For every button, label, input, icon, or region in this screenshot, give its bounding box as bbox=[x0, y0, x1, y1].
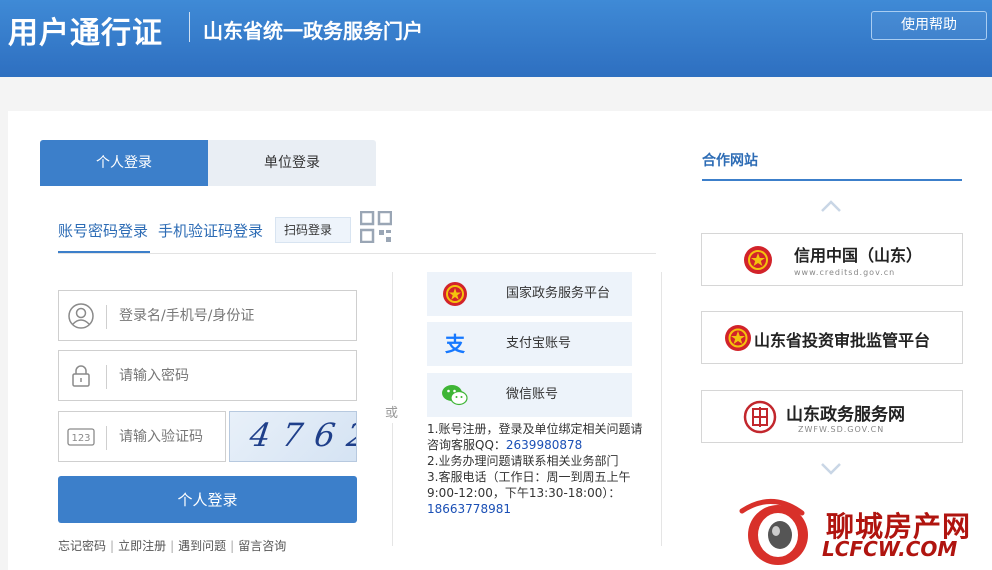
personal-login-button[interactable]: 个人登录 bbox=[58, 476, 357, 523]
note-phone: 3.客服电话（工作日：周一到周五上午9:00-12:00，下午13:30-18:… bbox=[427, 470, 631, 500]
field-divider bbox=[106, 365, 107, 389]
chevron-up-icon[interactable] bbox=[820, 199, 842, 213]
captcha-field-box: 123 bbox=[58, 411, 226, 462]
watermark-domain: LCFCW.COM bbox=[822, 537, 958, 561]
tab-organization-login[interactable]: 单位登录 bbox=[208, 140, 376, 186]
wechat-icon bbox=[442, 385, 468, 406]
qr-code-icon[interactable] bbox=[360, 211, 392, 243]
partner-url: www.creditsd.gov.cn bbox=[794, 268, 896, 277]
wechat-label: 微信账号 bbox=[506, 387, 559, 402]
help-button[interactable]: 使用帮助 bbox=[871, 11, 987, 40]
national-emblem-icon bbox=[725, 325, 751, 351]
header: 用户通行证 山东省统一政务服务门户 使用帮助 bbox=[0, 0, 992, 77]
help-notes: 1.账号注册，登录及单位绑定相关问题请咨询客服QQ：2639980878 2.业… bbox=[427, 421, 647, 517]
register-link[interactable]: 立即注册 bbox=[118, 539, 166, 553]
subtabs-divider bbox=[58, 253, 656, 254]
partner-shandong-gov-service[interactable]: 山东政务服务网 ZWFW.SD.GOV.CN bbox=[701, 390, 963, 443]
partner-label: 山东政务服务网 bbox=[786, 405, 905, 425]
user-icon bbox=[68, 302, 94, 329]
forgot-password-link[interactable]: 忘记密码 bbox=[58, 539, 106, 553]
svg-text:支: 支 bbox=[445, 332, 466, 356]
captcha-input[interactable] bbox=[119, 412, 223, 461]
subtab-sms-login[interactable]: 手机验证码登录 bbox=[158, 220, 263, 241]
alipay-icon: 支 bbox=[445, 332, 466, 356]
vertical-divider bbox=[661, 272, 662, 546]
partner-sites-title: 合作网站 bbox=[702, 153, 758, 169]
brand-divider bbox=[189, 12, 190, 42]
national-emblem-icon bbox=[744, 246, 772, 274]
captcha-code: 4762 bbox=[247, 416, 357, 454]
partner-title-underline bbox=[702, 179, 962, 181]
national-emblem-icon bbox=[443, 282, 467, 306]
or-label: 或 bbox=[385, 400, 399, 423]
number-123-icon: 123 bbox=[67, 427, 95, 446]
alipay-label: 支付宝账号 bbox=[506, 336, 572, 351]
username-input[interactable] bbox=[119, 291, 349, 340]
password-input[interactable] bbox=[119, 351, 349, 400]
wechat-login[interactable]: 微信账号 bbox=[427, 373, 632, 417]
password-field-box bbox=[58, 350, 357, 401]
seal-icon bbox=[743, 400, 777, 434]
username-field-box bbox=[58, 290, 357, 341]
note-business: 2.业务办理问题请联系相关业务部门 bbox=[427, 454, 619, 468]
subtab-account-password[interactable]: 账号密码登录 bbox=[58, 220, 148, 241]
lock-icon bbox=[72, 364, 90, 387]
svg-text:123: 123 bbox=[71, 433, 90, 444]
problem-link[interactable]: 遇到问题 bbox=[178, 539, 226, 553]
subtab-qr-login[interactable]: 扫码登录 bbox=[275, 217, 351, 243]
brand-title: 用户通行证 bbox=[8, 16, 163, 51]
brand-subtitle: 山东省统一政务服务门户 bbox=[203, 19, 423, 43]
helper-links: 忘记密码 | 立即注册 | 遇到问题 | 留言咨询 bbox=[58, 539, 287, 553]
message-link[interactable]: 留言咨询 bbox=[238, 539, 286, 553]
partner-investment-platform[interactable]: 山东省投资审批监管平台 bbox=[701, 311, 963, 364]
chevron-down-icon[interactable] bbox=[820, 462, 842, 476]
support-qq[interactable]: 2639980878 bbox=[506, 438, 582, 452]
national-platform-label: 国家政务服务平台 bbox=[506, 286, 611, 301]
partner-credit-china[interactable]: 信用中国（山东） www.creditsd.gov.cn bbox=[701, 233, 963, 286]
support-phone[interactable]: 18663778981 bbox=[427, 501, 647, 517]
field-divider bbox=[106, 426, 107, 450]
partner-url: ZWFW.SD.GOV.CN bbox=[798, 425, 885, 434]
field-divider bbox=[106, 305, 107, 329]
alipay-login[interactable]: 支 支付宝账号 bbox=[427, 322, 632, 366]
partner-label: 山东省投资审批监管平台 bbox=[754, 331, 931, 350]
national-platform-login[interactable]: 国家政务服务平台 bbox=[427, 272, 632, 316]
partner-label: 信用中国（山东） bbox=[794, 246, 923, 265]
tab-personal-login[interactable]: 个人登录 bbox=[40, 140, 208, 186]
captcha-image[interactable]: 4762 bbox=[229, 411, 357, 462]
